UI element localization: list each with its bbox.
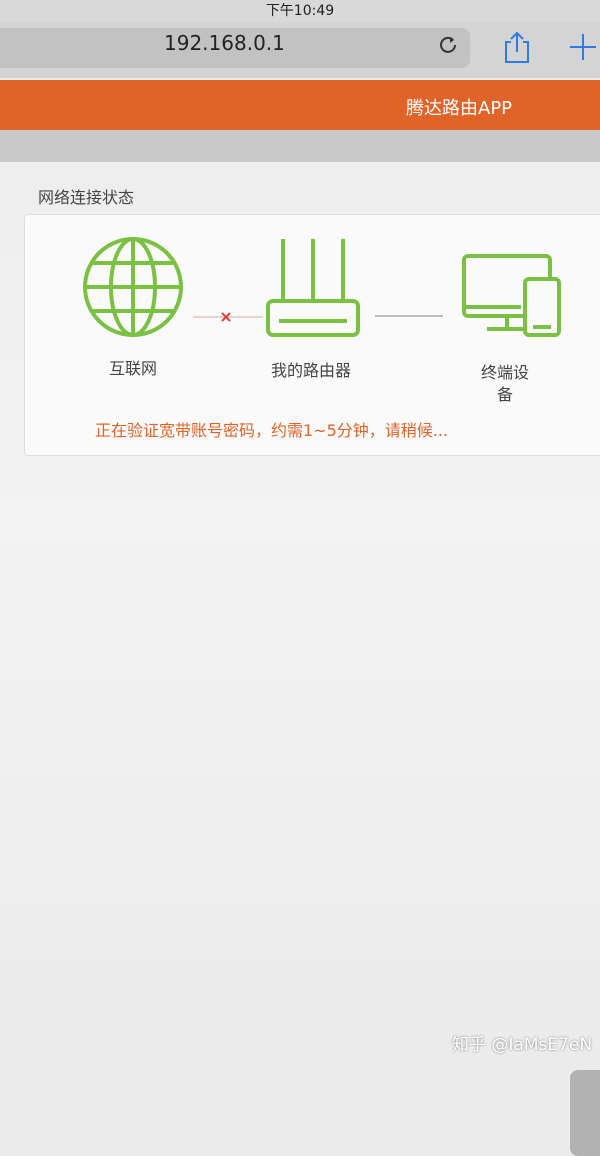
terminal-devices-icon [462,254,561,337]
status-bar: 下午10:49 [0,0,600,22]
section-title: 网络连接状态 [38,188,135,207]
reload-icon[interactable] [438,34,458,54]
router-terminal-link [375,315,443,317]
app-title[interactable]: 腾达路由APP [406,94,512,120]
app-header: 腾达路由APP [0,80,600,130]
status-time: 下午10:49 [265,3,335,19]
new-tab-plus-icon[interactable] [568,32,598,62]
share-icon[interactable] [503,30,531,64]
watermark: 知乎 @IaMsE7eN [452,1035,593,1055]
main-content: 网络连接状态 互联网 我的路由器 终端设 备 正在验证宽带账号密码，约需1~5分… [0,162,600,1156]
url-text[interactable]: 192.168.0.1 [164,31,285,55]
terminal-label-line1: 终端设 [480,363,529,382]
internet-label: 互联网 [108,359,157,378]
terminal-label-line2: 备 [496,385,513,404]
router-icon [266,239,360,337]
status-message: 正在验证宽带账号密码，约需1~5分钟，请稍候... [95,421,449,440]
internet-router-link-broken [193,312,263,322]
header-divider [0,130,600,162]
network-status-card: 互联网 我的路由器 终端设 备 正在验证宽带账号密码，约需1~5分钟，请稍候..… [24,214,600,456]
floating-side-button[interactable] [570,1070,600,1156]
browser-toolbar: 192.168.0.1 [0,22,600,78]
router-label: 我的路由器 [270,361,351,380]
internet-globe-icon [83,237,183,337]
